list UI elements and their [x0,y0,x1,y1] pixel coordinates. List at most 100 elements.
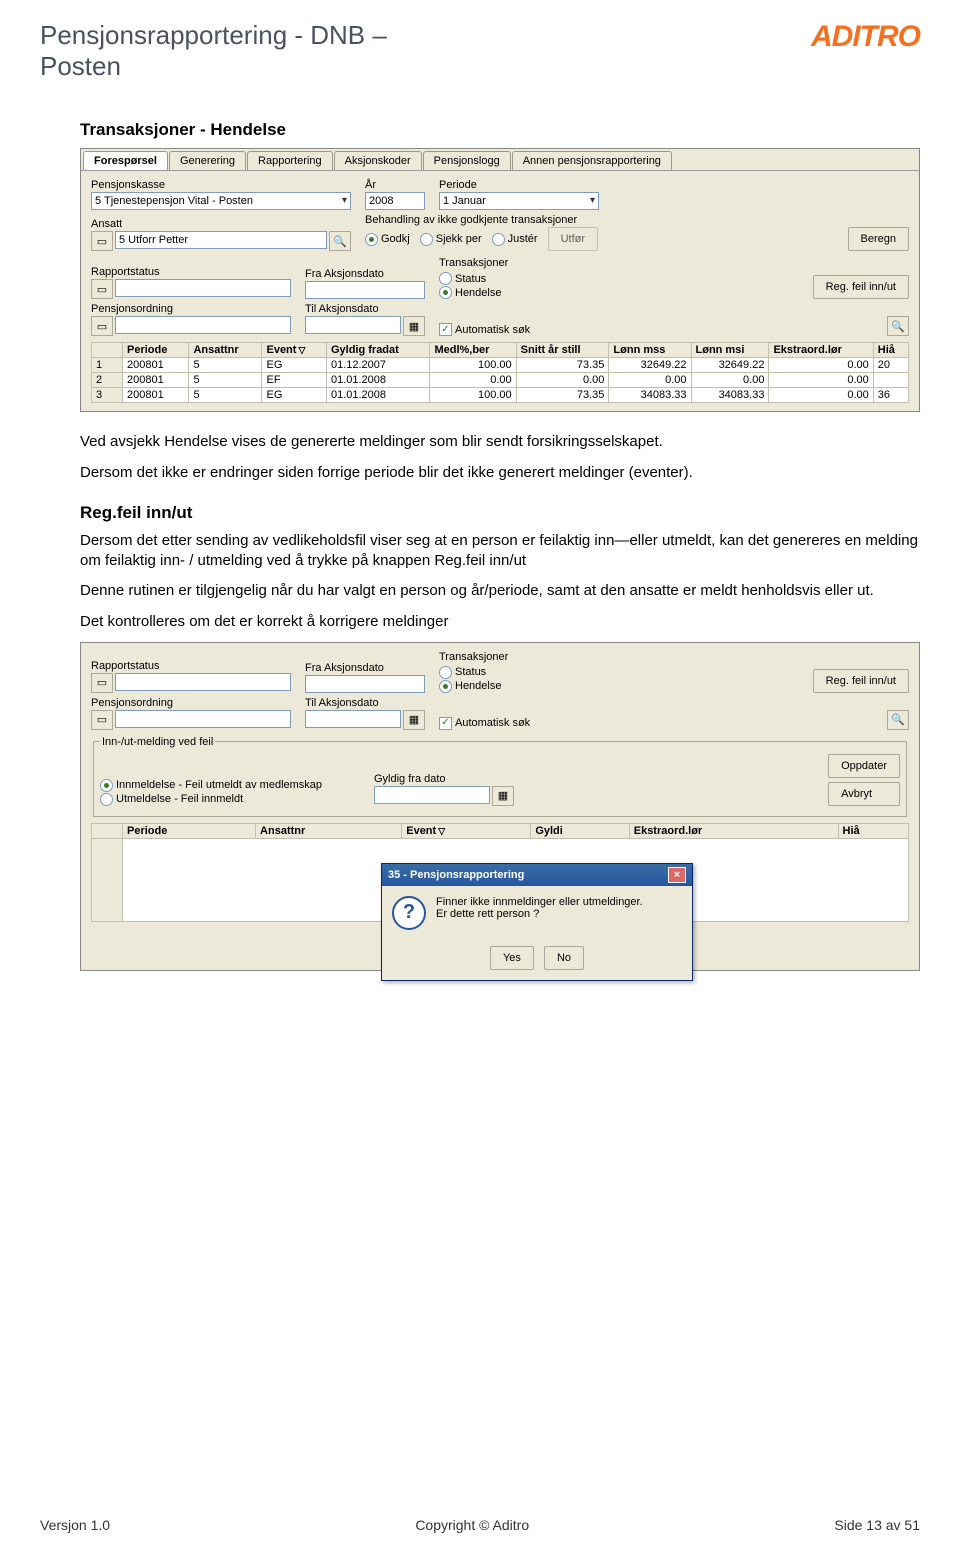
col-header[interactable] [92,823,123,838]
label-til-aksjon: Til Aksjonsdato [305,697,425,709]
col-header[interactable]: Hiå [873,343,908,358]
ansatt-input[interactable]: 5 Utforr Petter [115,231,327,249]
radio-status[interactable]: Status [439,272,508,285]
section-heading: Transaksjoner - Hendelse [80,120,920,140]
message-dialog: 35 - Pensjonsrapportering × ? Finner ikk… [381,863,693,981]
doc-icon[interactable]: ▭ [91,316,113,336]
gyldig-input[interactable] [374,786,490,804]
tab-annen[interactable]: Annen pensjonsrapportering [512,151,672,170]
sub-heading: Reg.feil inn/ut [80,503,920,523]
til-aksjon-input[interactable] [305,710,401,728]
pensjonskasse-select[interactable]: 5 Tjenestepensjon Vital - Posten [91,192,351,210]
col-header[interactable]: Ansattnr [189,343,262,358]
label-rapportstatus: Rapportstatus [91,660,291,672]
col-header[interactable]: Ekstraord.lør [769,343,873,358]
footer-page: Side 13 av 51 [834,1517,920,1533]
footer-copyright: Copyright © Aditro [415,1517,529,1533]
doc-icon[interactable]: ▭ [91,710,113,730]
label-behandling: Behandling av ikke godkjente transaksjon… [365,214,909,226]
radio-status[interactable]: Status [439,666,508,679]
paragraph: Ved avsjekk Hendelse vises de genererte … [80,432,920,452]
label-pensjonsordning: Pensjonsordning [91,697,291,709]
doc-icon[interactable]: ▭ [91,231,113,251]
tab-bar: Forespørsel Generering Rapportering Aksj… [81,149,919,171]
col-header[interactable]: Event▽ [262,343,326,358]
radio-utmeldelse[interactable]: Utmeldelse - Feil innmeldt [100,793,360,806]
label-til-aksjon: Til Aksjonsdato [305,303,425,315]
regfeil-button[interactable]: Reg. feil inn/ut [813,669,909,693]
dialog-text: Er dette rett person ? [436,908,643,920]
dialog-text: Finner ikke innmeldinger eller utmelding… [436,896,643,908]
regfeil-button[interactable]: Reg. feil inn/ut [813,275,909,299]
table-row[interactable]: 32008015EG01.01.2008100.0073.3534083.333… [92,388,909,403]
col-header[interactable]: Snitt år still [516,343,609,358]
close-icon[interactable]: × [668,867,686,883]
paragraph: Denne rutinen er tilgjengelig når du har… [80,581,920,601]
group-label: Inn-/ut-melding ved feil [100,736,215,748]
tab-foresporsel[interactable]: Forespørsel [83,151,168,170]
paragraph: Dersom det ikke er endringer siden forri… [80,463,920,483]
paragraph: Det kontrolleres om det er korrekt å kor… [80,612,920,632]
radio-hendelse[interactable]: Hendelse [439,680,508,693]
calendar-icon[interactable]: ▦ [492,786,514,806]
beregn-button[interactable]: Beregn [848,227,909,251]
pensjonsordning-input[interactable] [115,710,291,728]
app-window-1: Forespørsel Generering Rapportering Aksj… [80,148,920,412]
dialog-title: 35 - Pensjonsrapportering [388,869,524,881]
oppdater-button[interactable]: Oppdater [828,754,900,778]
tab-aksjonskoder[interactable]: Aksjonskoder [334,151,422,170]
col-header[interactable] [92,343,123,358]
col-header[interactable]: Lønn msi [691,343,769,358]
col-header[interactable]: Hiå [838,823,908,838]
col-header[interactable]: Periode [123,343,189,358]
doc-icon[interactable]: ▭ [91,673,113,693]
search-icon[interactable]: 🔍 [329,231,351,251]
fra-aksjon-input[interactable] [305,675,425,693]
col-header[interactable]: Gyldi [531,823,629,838]
logo: ADITRO [811,20,920,54]
calendar-icon[interactable]: ▦ [403,316,425,336]
question-icon: ? [392,896,426,930]
rapportstatus-input[interactable] [115,279,291,297]
label-rapportstatus: Rapportstatus [91,266,291,278]
til-aksjon-input[interactable] [305,316,401,334]
fra-aksjon-input[interactable] [305,281,425,299]
col-header[interactable]: Medl%,ber [430,343,516,358]
table-row[interactable]: 22008015EF01.01.20080.000.000.000.000.00 [92,373,909,388]
avbryt-button[interactable]: Avbryt [828,782,900,806]
radio-juster[interactable]: Justér [492,233,538,246]
col-header[interactable]: Gyldig fradat [326,343,429,358]
yes-button[interactable]: Yes [490,946,534,970]
label-fra-aksjon: Fra Aksjonsdato [305,662,425,674]
col-header[interactable]: Periode [123,823,256,838]
search-icon[interactable]: 🔍 [887,710,909,730]
rapportstatus-input[interactable] [115,673,291,691]
table-row[interactable]: 12008015EG01.12.2007100.0073.3532649.223… [92,358,909,373]
label-gyldig: Gyldig fra dato [374,773,514,785]
pensjonsordning-input[interactable] [115,316,291,334]
col-header[interactable]: Ekstraord.lør [629,823,838,838]
col-header[interactable]: Event▽ [402,823,531,838]
tab-pensjonslogg[interactable]: Pensjonslogg [423,151,511,170]
radio-hendelse[interactable]: Hendelse [439,286,508,299]
doc-icon[interactable]: ▭ [91,279,113,299]
search-icon[interactable]: 🔍 [887,316,909,336]
radio-sjekk[interactable]: Sjekk per [420,233,482,246]
calendar-icon[interactable]: ▦ [403,710,425,730]
col-header[interactable]: Ansattnr [256,823,402,838]
col-header[interactable]: Lønn mss [609,343,691,358]
utfor-button[interactable]: Utfør [548,227,598,251]
ar-input[interactable]: 2008 [365,192,425,210]
label-fra-aksjon: Fra Aksjonsdato [305,268,425,280]
tab-rapportering[interactable]: Rapportering [247,151,333,170]
no-button[interactable]: No [544,946,584,970]
autosok-checkbox[interactable]: ✓Automatisk søk [439,717,530,730]
periode-select[interactable]: 1 Januar [439,192,599,210]
radio-innmeldelse[interactable]: Innmeldelse - Feil utmeldt av medlemskap [100,779,360,792]
label-transaksjoner: Transaksjoner [439,651,508,663]
page-footer: Versjon 1.0 Copyright © Aditro Side 13 a… [40,1517,920,1533]
label-ansatt: Ansatt [91,218,351,230]
radio-godkj[interactable]: Godkj [365,233,410,246]
tab-generering[interactable]: Generering [169,151,246,170]
autosok-checkbox[interactable]: ✓Automatisk søk [439,323,530,336]
